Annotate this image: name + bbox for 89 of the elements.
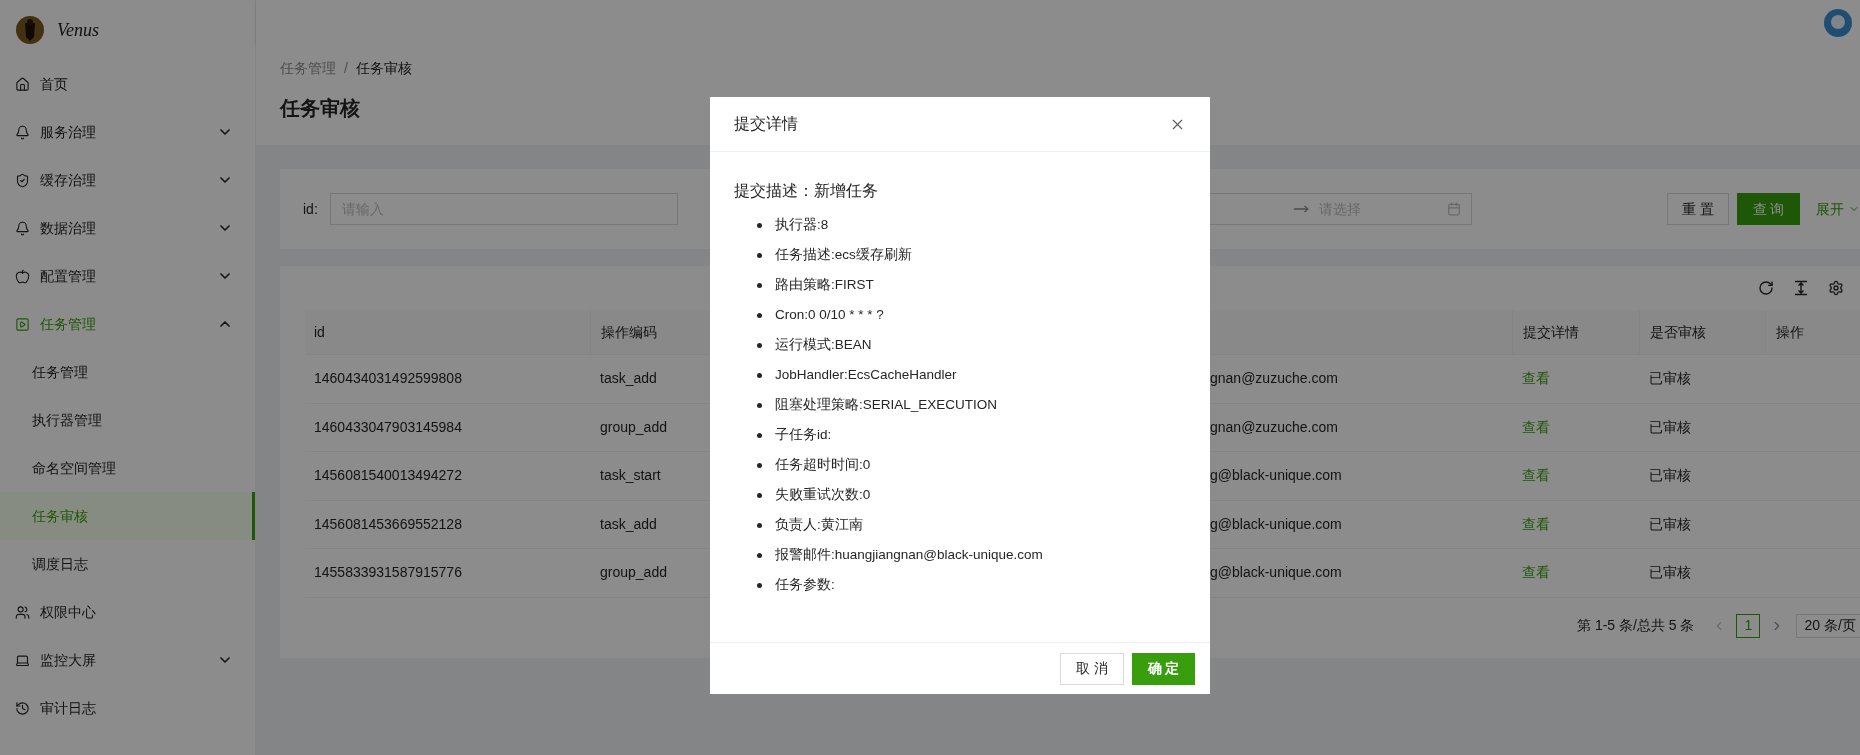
detail-item: 任务超时时间:0 bbox=[775, 455, 871, 474]
refresh-icon[interactable] bbox=[1758, 280, 1774, 296]
bullet-icon bbox=[757, 372, 762, 378]
home-icon bbox=[15, 76, 30, 92]
bullet-icon bbox=[757, 462, 762, 468]
breadcrumb-separator: / bbox=[344, 58, 348, 78]
table-cell: group_add bbox=[600, 418, 667, 435]
detail-item: 路由策略:FIRST bbox=[775, 275, 874, 294]
column-header: id bbox=[314, 322, 325, 342]
clock-icon bbox=[15, 700, 30, 716]
dialog-title: 提交详情 bbox=[734, 114, 799, 134]
detail-item: 阻塞处理策略:SERIAL_EXECUTION bbox=[775, 395, 998, 414]
column-height-icon bbox=[1793, 280, 1809, 296]
table-cell: gnan@zuzuche.com bbox=[1210, 418, 1338, 435]
column-header: 操作 bbox=[1776, 322, 1804, 342]
settings-icon[interactable] bbox=[1828, 280, 1844, 296]
sidebar-item[interactable]: 首页 bbox=[0, 60, 255, 108]
page-size-select[interactable]: 20 条/页 bbox=[1796, 613, 1860, 638]
submit-description: 提交描述：新增任务 bbox=[734, 181, 879, 201]
table-cell: 已审核 bbox=[1649, 370, 1691, 387]
sidebar-subitem[interactable]: 调度日志 bbox=[0, 540, 255, 588]
detail-item: 报警邮件:huangjiangnan@black-unique.com bbox=[775, 545, 1043, 564]
cancel-button[interactable]: 取 消 bbox=[1060, 652, 1124, 685]
bullet-icon bbox=[757, 492, 762, 498]
sidebar-subitem[interactable]: 执行器管理 bbox=[0, 396, 255, 444]
table-cell: g@black-unique.com bbox=[1210, 515, 1342, 532]
bullet-icon bbox=[757, 342, 762, 348]
detail-item: 任务描述:ecs缓存刷新 bbox=[775, 245, 912, 264]
sidebar-item[interactable]: 监控大屏 bbox=[0, 636, 255, 684]
sidebar-subitem[interactable]: 任务管理 bbox=[0, 348, 255, 396]
detail-item: JobHandler:EcsCacheHandler bbox=[775, 365, 957, 384]
column-header: 操作编码 bbox=[601, 322, 657, 342]
table-cell: g@black-unique.com bbox=[1210, 467, 1342, 484]
sidebar-item[interactable]: 服务治理 bbox=[0, 108, 255, 156]
laptop-icon bbox=[15, 652, 30, 668]
bell-icon bbox=[15, 124, 30, 140]
detail-item: 任务参数: bbox=[775, 575, 835, 594]
table-cell: 1460434031492599808 bbox=[314, 370, 462, 387]
logo-text: Venus bbox=[57, 18, 99, 42]
field-label: id: bbox=[303, 199, 319, 219]
sidebar-item[interactable]: 缓存治理 bbox=[0, 156, 255, 204]
detail-item: 负责人:黄江南 bbox=[775, 515, 863, 534]
apple-icon bbox=[15, 268, 30, 284]
bullet-icon bbox=[757, 402, 762, 408]
detail-item: 子任务id: bbox=[775, 425, 832, 444]
table-cell: task_add bbox=[600, 515, 657, 532]
bullet-icon bbox=[757, 432, 762, 438]
table-cell: 已审核 bbox=[1649, 418, 1691, 435]
reset-button[interactable]: 重 置 bbox=[1667, 193, 1729, 225]
detail-item: 失败重试次数:0 bbox=[775, 485, 871, 504]
bullet-icon bbox=[757, 222, 762, 228]
bullet-icon bbox=[757, 522, 762, 528]
users-icon bbox=[15, 604, 30, 620]
logo-icon bbox=[15, 15, 45, 45]
table-cell: task_start bbox=[600, 467, 661, 484]
confirm-button[interactable]: 确 定 bbox=[1132, 652, 1195, 685]
table-cell: 已审核 bbox=[1649, 564, 1691, 581]
table-cell: 1460433047903145984 bbox=[314, 418, 462, 435]
table-cell: group_add bbox=[600, 564, 667, 581]
table-cell: 1456081540013494272 bbox=[314, 467, 462, 484]
detail-item: Cron:0 0/10 * * * ? bbox=[775, 305, 884, 324]
bullet-icon bbox=[757, 312, 762, 318]
play-icon bbox=[15, 316, 30, 332]
bullet-icon bbox=[757, 252, 762, 258]
sidebar-item[interactable]: 权限中心 bbox=[0, 588, 255, 636]
shield-icon bbox=[15, 172, 30, 188]
table-cell: gnan@zuzuche.com bbox=[1210, 370, 1338, 387]
table-cell: 已审核 bbox=[1649, 467, 1691, 484]
sidebar-subitem[interactable]: 命名空间管理 bbox=[0, 444, 255, 492]
column-header: 是否审核 bbox=[1650, 322, 1706, 342]
sidebar-item[interactable]: 审计日志 bbox=[0, 684, 255, 732]
breadcrumb-item: 任务审核 bbox=[355, 58, 412, 78]
pagination-summary: 第 1-5 条/总共 5 条 bbox=[1577, 616, 1695, 635]
bullet-icon bbox=[757, 582, 762, 588]
sidebar-item[interactable]: 数据治理 bbox=[0, 204, 255, 252]
table-cell: 1456081453669552128 bbox=[314, 515, 462, 532]
table-cell: 1455833931587915776 bbox=[314, 564, 462, 581]
column-header: 提交详情 bbox=[1523, 322, 1579, 342]
table-cell: 已审核 bbox=[1649, 515, 1691, 532]
table-cell: task_add bbox=[600, 370, 657, 387]
avatar-icon bbox=[1824, 8, 1852, 37]
detail-item: 运行模式:BEAN bbox=[775, 335, 872, 354]
calendar-icon bbox=[1447, 202, 1461, 216]
bullet-icon bbox=[757, 282, 762, 288]
bullet-icon bbox=[757, 552, 762, 558]
sidebar-item[interactable]: 配置管理 bbox=[0, 252, 255, 300]
detail-item: 执行器:8 bbox=[775, 215, 829, 234]
bell-icon bbox=[15, 220, 30, 236]
table-cell: g@black-unique.com bbox=[1210, 564, 1342, 581]
